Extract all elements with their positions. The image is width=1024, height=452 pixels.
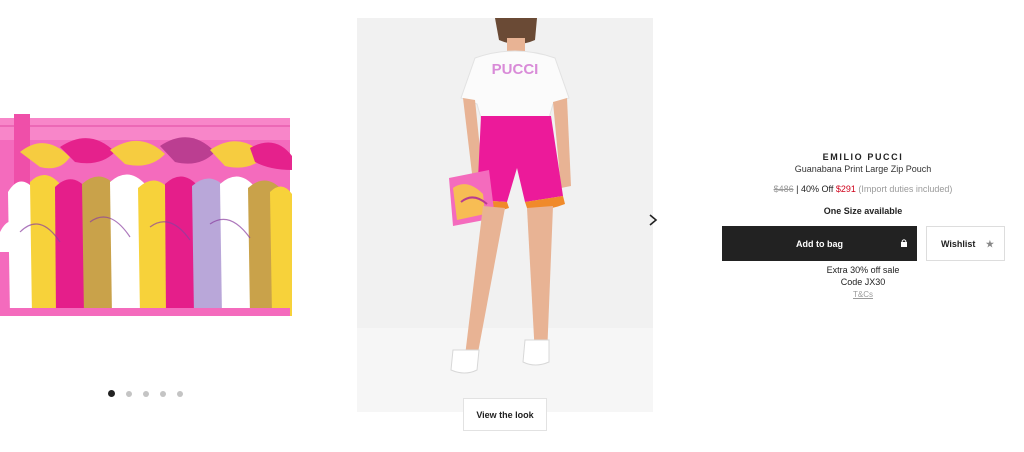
gallery-dot-5[interactable] (177, 390, 183, 397)
add-to-bag-label: Add to bag (796, 238, 843, 249)
product-image-model[interactable]: PUCCI (357, 18, 653, 412)
lock-icon (901, 239, 907, 247)
terms-link[interactable]: T&Cs (763, 290, 963, 299)
add-to-bag-button[interactable]: Add to bag (722, 226, 917, 261)
sale-price: $291 (835, 184, 856, 194)
product-name: Guanabana Print Large Zip Pouch (794, 164, 932, 174)
size-availability: One Size available (823, 206, 903, 216)
gallery-pagination (108, 390, 183, 397)
promo-code: Code JX30 (840, 277, 886, 287)
chevron-right-icon[interactable] (646, 212, 660, 228)
product-brand[interactable]: EMILIO PUCCI (763, 152, 963, 162)
duty-note: (Import duties included) (858, 184, 953, 194)
gallery-dot-4[interactable] (160, 390, 166, 397)
view-the-look-button[interactable]: View the look (463, 398, 547, 431)
product-image-pouch[interactable] (0, 112, 292, 320)
price-line: $486 | 40% Off $291 (Import duties inclu… (763, 184, 963, 194)
gallery-dot-3[interactable] (143, 390, 149, 397)
gallery-dot-2[interactable] (126, 390, 132, 397)
price-separator: | (796, 184, 799, 194)
wishlist-label: Wishlist (941, 238, 976, 249)
star-icon: ★ (985, 239, 994, 249)
wishlist-button[interactable]: Wishlist ★ (926, 226, 1005, 261)
product-page: PUCCI View the look EMILIO PUCCI Guanaba… (0, 0, 1024, 452)
gallery-dot-1[interactable] (108, 390, 115, 397)
discount-percent: 40% Off (800, 184, 834, 194)
shirt-print-text: PUCCI (492, 61, 539, 78)
original-price: $486 (773, 184, 794, 194)
promo-text: Extra 30% off sale (826, 265, 900, 275)
